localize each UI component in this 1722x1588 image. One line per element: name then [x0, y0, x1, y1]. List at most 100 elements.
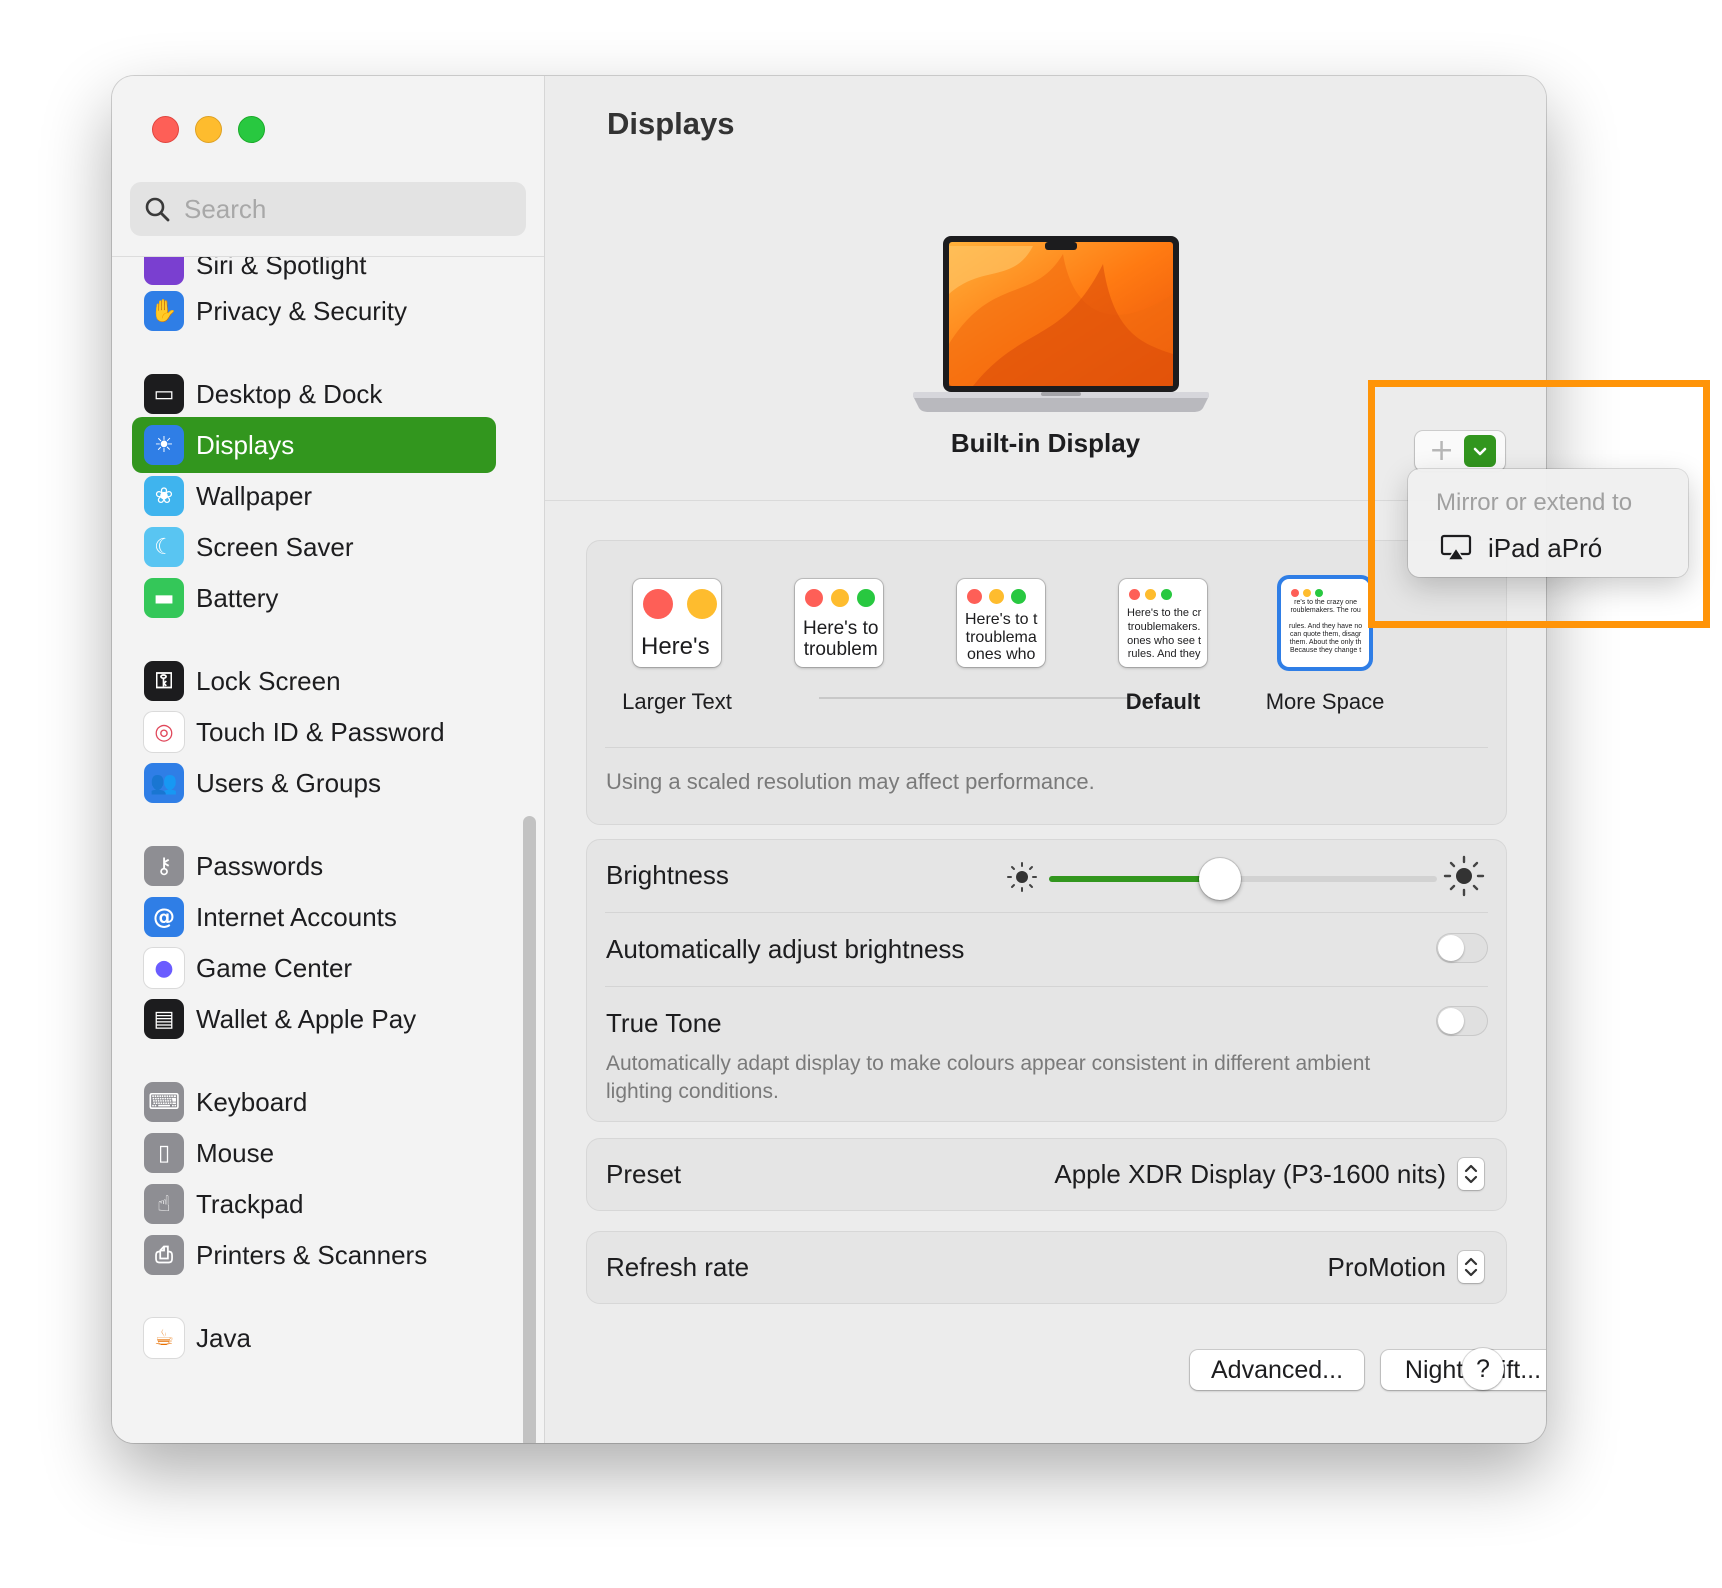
sun-small-icon: [1007, 862, 1037, 892]
help-button[interactable]: ?: [1462, 1348, 1504, 1390]
resolution-option[interactable]: Here's to the cr troublemakers. ones who…: [1073, 579, 1253, 715]
resolution-note: Using a scaled resolution may affect per…: [606, 769, 1095, 794]
sidebar-item-label: Battery: [196, 582, 279, 613]
search-input[interactable]: [182, 192, 506, 226]
resolution-option[interactable]: Here's to troublem: [749, 579, 929, 689]
thumbnail-window-dots: [1291, 589, 1323, 597]
resolution-divider: [605, 747, 1488, 748]
users-icon: 👥: [144, 763, 184, 803]
java-icon: ☕: [144, 1318, 184, 1358]
wallet-icon: ▤: [144, 999, 184, 1039]
resolution-label: More Space: [1265, 689, 1385, 714]
brightness-slider[interactable]: [1049, 858, 1437, 900]
sidebar-item-screen-saver[interactable]: ☾ Screen Saver: [132, 519, 496, 575]
sidebar-item-internet-accounts[interactable]: @ Internet Accounts: [132, 889, 496, 945]
minimize-button[interactable]: [195, 116, 222, 143]
resolution-label: Larger Text: [622, 689, 732, 714]
sidebar-item-touch-id-password[interactable]: ◎ Touch ID & Password: [132, 704, 496, 760]
true-tone-label: True Tone: [606, 1008, 722, 1038]
sidebar-item-users-groups[interactable]: 👥 Users & Groups: [132, 755, 496, 811]
flower-icon: ❀: [144, 476, 184, 516]
sidebar-scrollbar[interactable]: [523, 816, 536, 1443]
resolution-thumbnail[interactable]: Here's to the cr troublemakers. ones who…: [1119, 579, 1207, 667]
thumbnail-sample-text: Here's to troublem: [803, 618, 879, 660]
resolution-thumbnail[interactable]: re's to the crazy one roublemakers. The …: [1281, 579, 1369, 667]
zoom-button[interactable]: [238, 116, 265, 143]
lock-icon: ⚿: [144, 661, 184, 701]
preset-label: Preset: [606, 1159, 682, 1189]
sidebar-item-printers-scanners[interactable]: ⎙ Printers & Scanners: [132, 1227, 496, 1283]
auto-brightness-toggle[interactable]: [1436, 933, 1488, 963]
brightness-slider-fill: [1049, 876, 1220, 882]
sidebar-item-passwords[interactable]: ⚷ Passwords: [132, 838, 496, 894]
sidebar-item-label: Printers & Scanners: [196, 1239, 428, 1270]
search-field[interactable]: [130, 182, 526, 236]
resolution-thumbnail[interactable]: Here's to troublem: [795, 579, 883, 667]
auto-brightness-divider: [605, 986, 1488, 987]
resolution-thumbnail[interactable]: Here's: [633, 579, 721, 667]
resolution-option[interactable]: Here's to t troublema ones who: [911, 579, 1091, 689]
chevron-updown-icon[interactable]: [1458, 1158, 1484, 1190]
sidebar-item-label: Siri & Spotlight: [196, 257, 367, 280]
sidebar-item-label: Wallpaper: [196, 480, 313, 511]
sidebar-item-label: Mouse: [196, 1137, 275, 1168]
brightness-card: Brightness Automatically adjust brightne…: [586, 839, 1507, 1122]
sidebar-item-desktop-dock[interactable]: ▭ Desktop & Dock: [132, 366, 496, 422]
brightness-slider-knob[interactable]: [1198, 858, 1241, 900]
keyboard-icon: ⌨: [144, 1082, 184, 1122]
advanced-button[interactable]: Advanced...: [1190, 1350, 1364, 1390]
sidebar-item-displays[interactable]: ☀ Displays: [132, 417, 496, 473]
sidebar-item-label: Trackpad: [196, 1188, 304, 1219]
refresh-rate-popup-value[interactable]: ProMotion: [1328, 1252, 1447, 1283]
screen-saver-icon: ☾: [144, 527, 184, 567]
sidebar-item-battery[interactable]: ▬ Battery: [132, 570, 496, 626]
resolution-option[interactable]: Here's Larger Text: [587, 579, 767, 715]
mouse-icon: ▯: [144, 1133, 184, 1173]
sidebar-item-label: Keyboard: [196, 1086, 308, 1117]
sidebar-item-privacy-security[interactable]: ✋ Privacy & Security: [132, 283, 496, 339]
brightness-label: Brightness: [606, 860, 729, 890]
refresh-rate-row: Refresh rate ProMotion: [586, 1231, 1507, 1304]
brightness-divider: [605, 912, 1488, 913]
dock-icon: ▭: [144, 374, 184, 414]
sidebar-item-label: Desktop & Dock: [196, 378, 383, 409]
search-icon: [145, 197, 170, 222]
battery-icon: ▬: [144, 578, 184, 618]
thumbnail-window-dots: [1129, 589, 1172, 600]
thumbnail-sample-text: Here's to the cr troublemakers. ones who…: [1127, 607, 1202, 661]
resolution-thumbnail[interactable]: Here's to t troublema ones who: [957, 579, 1045, 667]
thumbnail-window-dots: [967, 589, 1026, 604]
game-center-icon: ●: [144, 948, 184, 988]
thumbnail-sample-text: re's to the crazy one roublemakers. The …: [1289, 599, 1363, 655]
sidebar-item-label: Users & Groups: [196, 767, 381, 798]
thumbnail-sample-text: Here's to t troublema ones who: [965, 611, 1038, 664]
chevron-updown-icon[interactable]: [1458, 1251, 1484, 1283]
true-tone-description: Automatically adapt display to make colo…: [606, 1052, 1371, 1103]
close-button[interactable]: [152, 116, 179, 143]
thumbnail-window-dots: [805, 589, 875, 607]
sidebar-item-wallet-apple-pay[interactable]: ▤ Wallet & Apple Pay: [132, 991, 496, 1047]
sidebar-item-label: Lock Screen: [196, 665, 341, 696]
preset-popup-value[interactable]: Apple XDR Display (P3-1600 nits): [1054, 1159, 1446, 1190]
laptop-display-icon[interactable]: [913, 234, 1209, 419]
sidebar: Siri & Spotlight ✋ Privacy & Security ▭ Desk…: [112, 76, 545, 1443]
toggle-knob: [1438, 1008, 1464, 1034]
resolution-label: Default: [1125, 689, 1201, 714]
settings-window: Siri & Spotlight ✋ Privacy & Security ▭ Desk…: [112, 76, 1546, 1443]
sidebar-item-lock-screen[interactable]: ⚿ Lock Screen: [132, 653, 496, 709]
sidebar-item-keyboard[interactable]: ⌨ Keyboard: [132, 1074, 496, 1130]
thumbnail-window-dots: [643, 589, 721, 619]
sidebar-item-label: Touch ID & Password: [196, 716, 445, 747]
sidebar-item-game-center[interactable]: ● Game Center: [132, 940, 496, 996]
true-tone-toggle[interactable]: [1436, 1006, 1488, 1036]
sidebar-item-wallpaper[interactable]: ❀ Wallpaper: [132, 468, 496, 524]
sidebar-item-label: Game Center: [196, 952, 353, 983]
printer-icon: ⎙: [144, 1235, 184, 1275]
sidebar-item-java[interactable]: ☕ Java: [132, 1310, 496, 1366]
sidebar-item-mouse[interactable]: ▯ Mouse: [132, 1125, 496, 1181]
key-icon: ⚷: [144, 846, 184, 886]
sidebar-item-trackpad[interactable]: ☝ Trackpad: [132, 1176, 496, 1232]
sun-icon: ☀: [144, 425, 184, 465]
sidebar-item-label: Wallet & Apple Pay: [196, 1003, 417, 1034]
sidebar-item-label: Java: [196, 1322, 251, 1353]
